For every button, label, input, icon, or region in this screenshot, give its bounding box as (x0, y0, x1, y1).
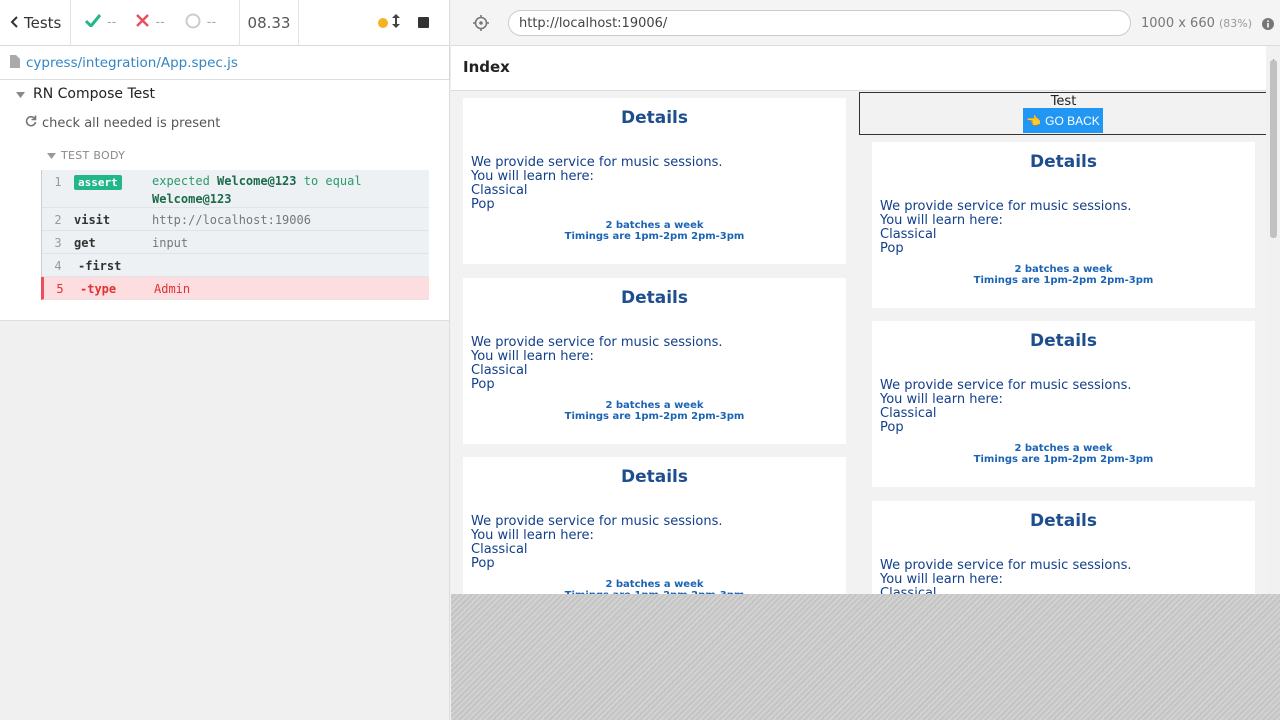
caret-down-icon (47, 149, 56, 162)
refresh-icon (25, 115, 37, 131)
stop-icon[interactable] (418, 17, 429, 28)
spec-bar: cypress/integration/App.spec.js (0, 46, 449, 80)
details-card: Details We provide service for music ses… (463, 457, 846, 594)
app-under-test-panel: http://localhost:19006/ 1000 x 660 (83%)… (451, 0, 1280, 720)
x-icon (136, 14, 150, 31)
file-icon (10, 53, 20, 72)
controls (299, 0, 449, 46)
details-card: Details We provide service for music ses… (463, 278, 846, 444)
command-row[interactable]: 4 -first (42, 254, 429, 277)
pointing-left-icon: 👈 (1026, 113, 1042, 128)
passed-stat: -- (84, 14, 116, 31)
failed-stat: -- (136, 14, 165, 31)
details-card: Details We provide service for music ses… (872, 321, 1255, 487)
pending-stat: -- (185, 13, 216, 33)
left-column: Details We provide service for music ses… (451, 91, 859, 594)
details-card: Details We provide service for music ses… (872, 142, 1255, 308)
command-row-failed[interactable]: 5 -type Admin (41, 277, 429, 300)
duration: 08.33 (240, 0, 299, 46)
circle-notch-icon (185, 13, 201, 33)
test-header-box: Test 👈 GO BACK (859, 92, 1268, 135)
reporter-panel: Tests -- -- -- 08.33 cypress/integration… (0, 0, 450, 720)
command-row[interactable]: 2 visit http://localhost:19006 (42, 208, 429, 231)
arrows-vertical-icon[interactable] (392, 13, 400, 32)
details-card: Details We provide service for music ses… (872, 501, 1255, 594)
test-label: Test (1050, 94, 1077, 109)
test-title[interactable]: check all needed is present (25, 115, 220, 131)
caret-down-icon (16, 86, 25, 102)
check-icon (84, 14, 102, 31)
go-back-button[interactable]: 👈 GO BACK (1023, 108, 1103, 133)
command-row[interactable]: 1 assert expected Welcome@123 to equal W… (42, 170, 429, 208)
right-column: Details We provide service for music ses… (859, 91, 1267, 594)
details-card: Details We provide service for music ses… (463, 98, 846, 264)
test-body-label[interactable]: TEST BODY (47, 149, 125, 162)
tests-label: Tests (24, 13, 62, 32)
auto-scroll-indicator-icon[interactable] (378, 17, 388, 28)
scroll-down-arrow-icon[interactable] (1270, 584, 1277, 594)
scroll-thumb[interactable] (1270, 60, 1277, 238)
url-bar[interactable]: http://localhost:19006/ (508, 10, 1131, 36)
scrollbar[interactable] (1266, 46, 1280, 594)
command-list: 1 assert expected Welcome@123 to equal W… (41, 170, 429, 300)
reporter-header: Tests -- -- -- 08.33 (0, 0, 449, 46)
suite-title[interactable]: RN Compose Test (16, 86, 155, 102)
command-row[interactable]: 3 get input (42, 231, 429, 254)
runnable-list: RN Compose Test check all needed is pres… (0, 80, 449, 321)
aut-header: http://localhost:19006/ 1000 x 660 (83%) (451, 0, 1280, 46)
viewport-info: 1000 x 660 (83%) (1141, 16, 1253, 31)
crosshair-icon[interactable] (473, 15, 489, 35)
tests-button[interactable]: Tests (0, 0, 71, 46)
assert-badge: assert (74, 175, 122, 190)
chevron-left-icon (10, 14, 18, 32)
info-icon[interactable] (1262, 15, 1274, 34)
spec-path-link[interactable]: cypress/integration/App.spec.js (26, 55, 238, 71)
page-title: Index (463, 58, 510, 76)
stats: -- -- -- (71, 0, 240, 46)
app-iframe: Index Details We provide service for mus… (451, 46, 1280, 594)
